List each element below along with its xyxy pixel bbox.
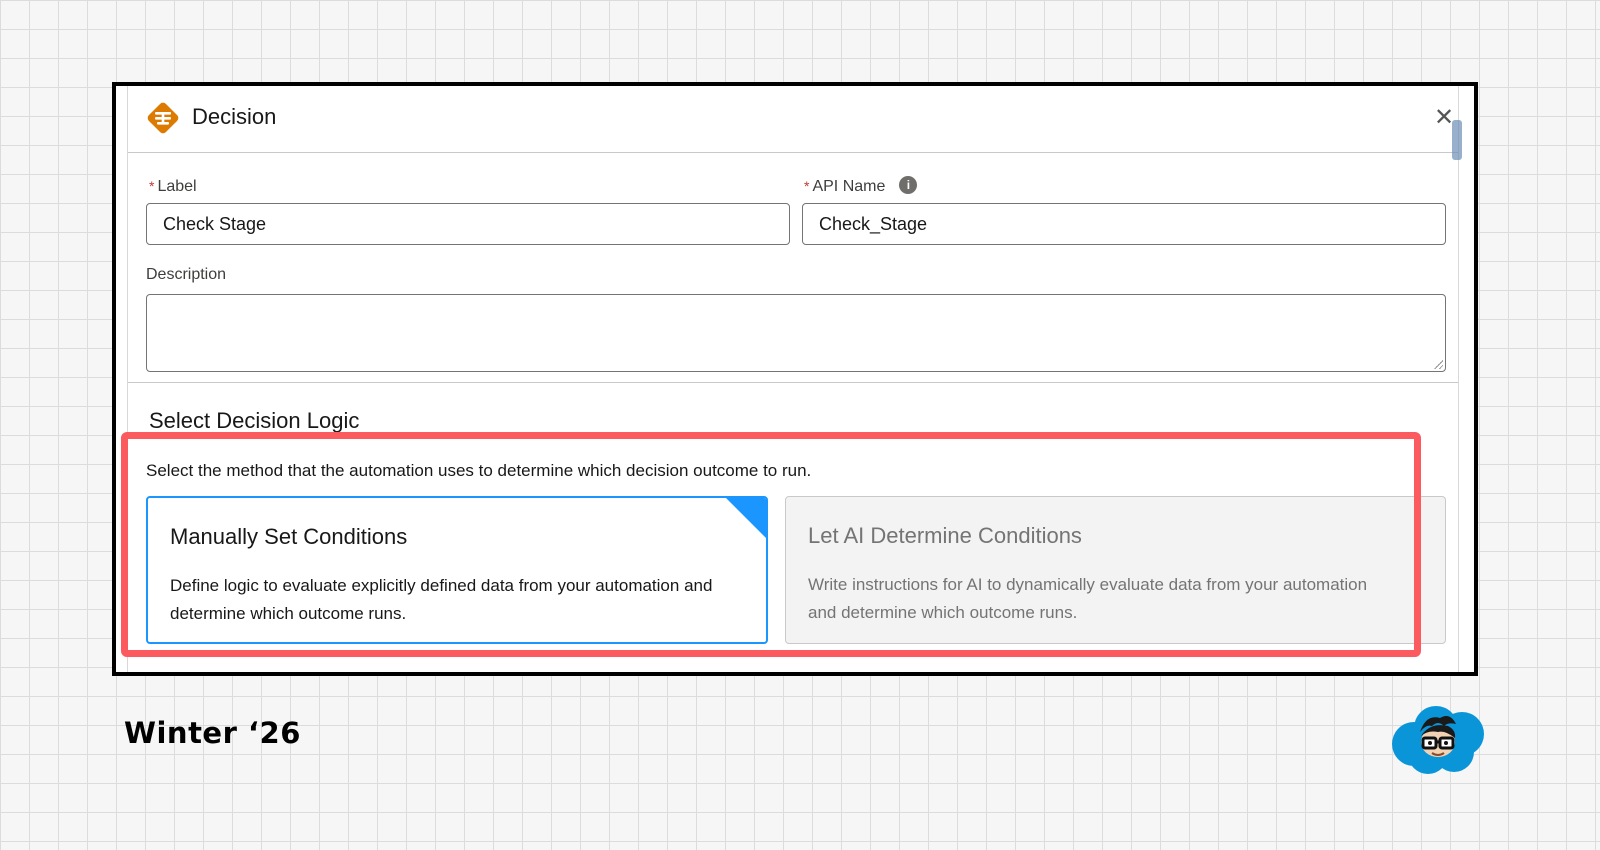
option-manual-conditions[interactable]: Manually Set Conditions Define logic to … <box>146 496 768 644</box>
release-label: Winter ‘26 <box>124 716 301 750</box>
option-description: Write instructions for AI to dynamically… <box>808 575 1368 622</box>
required-indicator: * <box>149 178 155 194</box>
api-name-input[interactable]: Check_Stage <box>802 203 1446 245</box>
label-field-label: * Label <box>149 178 197 196</box>
description-textarea[interactable] <box>146 294 1446 372</box>
option-description: Define logic to evaluate explicitly defi… <box>170 576 713 623</box>
option-title: Manually Set Conditions <box>170 524 408 549</box>
modal-header: Decision ✕ <box>128 86 1462 160</box>
decision-modal: Decision ✕ * Label Check Stage * API Name i… <box>127 86 1462 672</box>
required-indicator: * <box>804 178 810 195</box>
description-field-label: Description <box>146 266 227 283</box>
salesforce-cloud-mascot-logo <box>1392 706 1484 774</box>
option-ai-conditions[interactable]: Let AI Determine Conditions Write instru… <box>785 496 1446 644</box>
selected-indicator-icon <box>726 498 766 538</box>
api-name-field-text: API Name <box>812 178 886 196</box>
section-description: Select the method that the automation us… <box>146 461 812 480</box>
resize-grip-icon[interactable] <box>1433 359 1443 369</box>
info-icon[interactable]: i <box>899 176 918 194</box>
decision-icon <box>147 102 179 134</box>
label-field-text: Label <box>157 178 197 195</box>
modal-title: Decision <box>192 104 277 129</box>
section-title: Select Decision Logic <box>149 408 360 433</box>
screenshot-frame: Decision ✕ * Label Check Stage * API Name i… <box>112 82 1478 676</box>
scrollbar-thumb[interactable] <box>1452 120 1462 160</box>
label-input[interactable]: Check Stage <box>146 203 790 245</box>
option-title: Let AI Determine Conditions <box>808 523 1082 548</box>
section-divider <box>128 382 1458 383</box>
api-name-field-label: * API Name i <box>804 176 918 196</box>
